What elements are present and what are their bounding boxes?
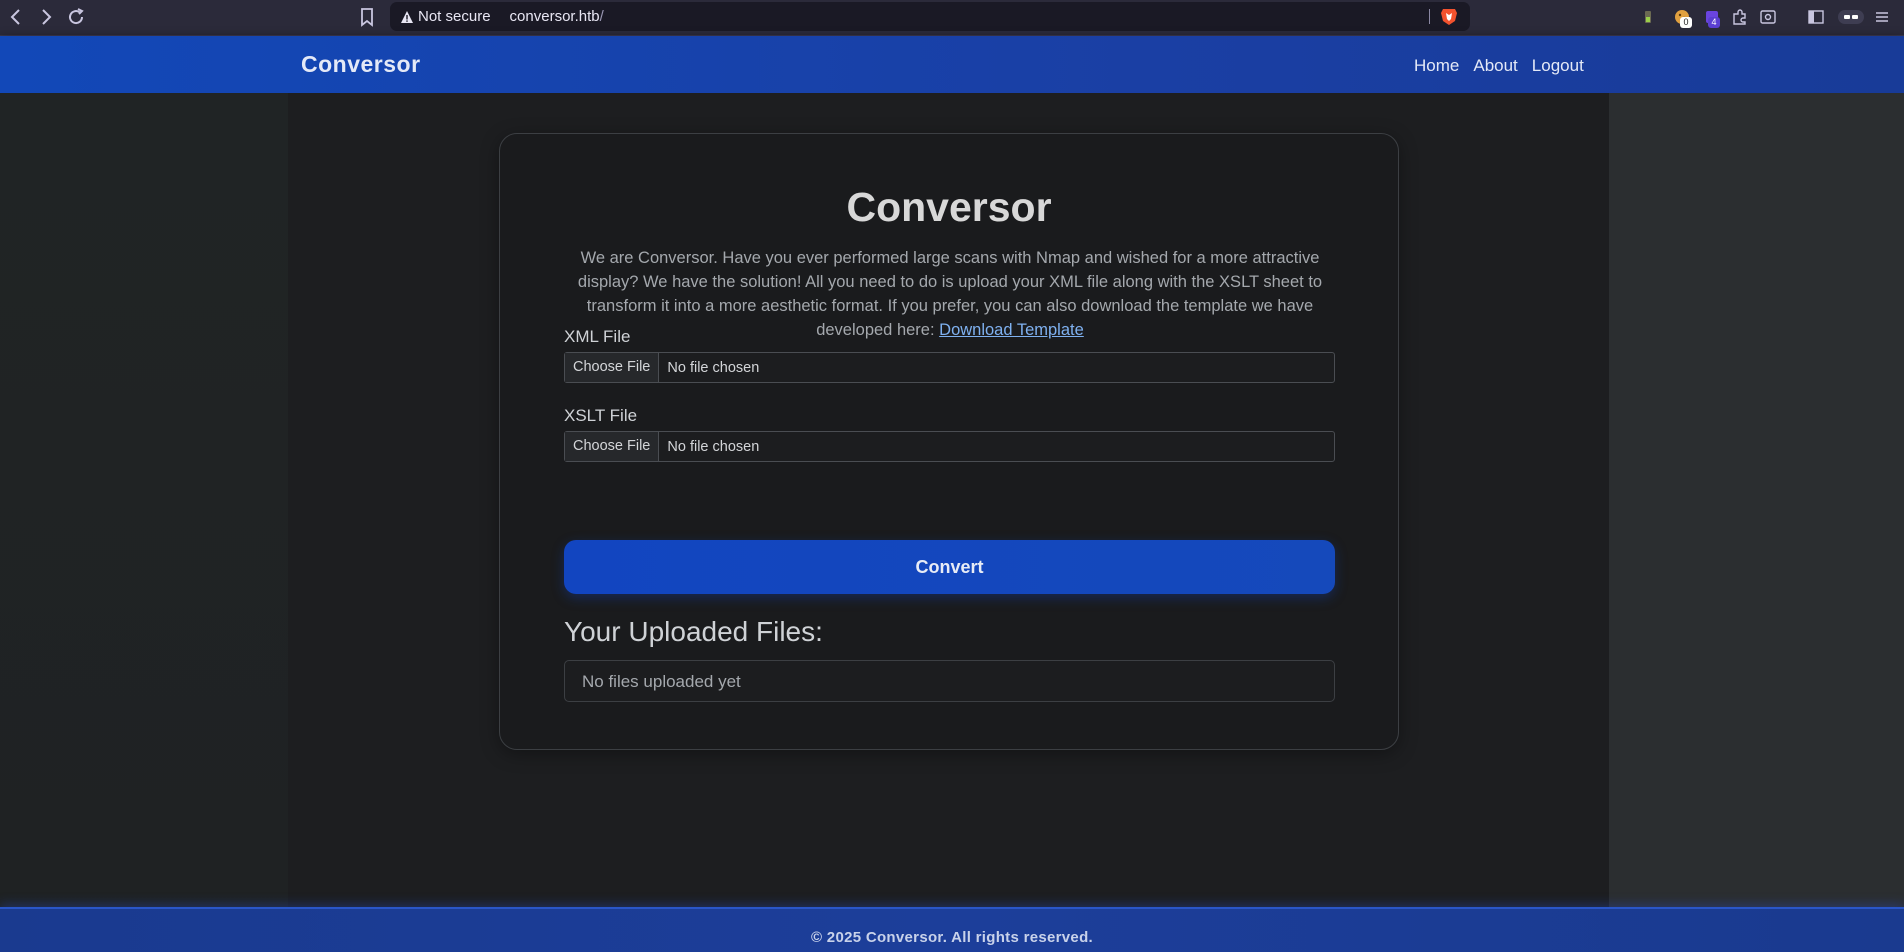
xslt-file-status: No file chosen <box>667 438 760 455</box>
xslt-choose-file-button[interactable]: Choose File <box>565 432 660 461</box>
address-bar[interactable]: Not secure conversor.htb/ <box>390 2 1470 31</box>
back-icon[interactable] <box>4 5 28 29</box>
nav-link-about[interactable]: About <box>1473 56 1517 76</box>
convert-button[interactable]: Convert <box>564 540 1335 594</box>
url-text[interactable]: conversor.htb/ <box>510 8 604 25</box>
bookmark-icon[interactable] <box>355 5 379 29</box>
background-right <box>1609 93 1904 907</box>
page-title: Conversor <box>846 184 1052 230</box>
extension-badge: 4 <box>1708 17 1720 28</box>
forward-icon[interactable] <box>34 5 58 29</box>
download-template-link[interactable]: Download Template <box>939 321 1084 339</box>
site-navbar: Conversor Home About Logout <box>0 36 1904 93</box>
footer-copyright: © 2025 Conversor. All rights reserved. <box>810 929 1093 946</box>
xml-file-status: No file chosen <box>667 359 760 376</box>
uploads-heading: Your Uploaded Files: <box>564 616 823 647</box>
warning-icon <box>400 10 414 24</box>
reload-icon[interactable] <box>64 5 88 29</box>
menu-icon[interactable] <box>1872 7 1892 27</box>
security-label[interactable]: Not secure <box>418 8 491 25</box>
private-mode-icon[interactable] <box>1838 7 1864 27</box>
extension-battery-icon[interactable] <box>1638 7 1658 27</box>
background-left <box>0 93 288 907</box>
xslt-file-label: XSLT File <box>564 406 638 425</box>
uploads-list: No files uploaded yet <box>564 660 1335 702</box>
nav-link-logout[interactable]: Logout <box>1532 56 1584 76</box>
converter-card: Conversor We are Conversor. Have you eve… <box>499 133 1399 750</box>
xml-file-input[interactable]: Choose File No file chosen <box>564 352 1335 383</box>
brand-logo[interactable]: Conversor <box>301 51 421 78</box>
xml-file-label: XML File <box>564 327 631 346</box>
brave-shield-icon[interactable] <box>1440 7 1458 26</box>
xslt-file-input[interactable]: Choose File No file chosen <box>564 431 1335 462</box>
extension-badge: 0 <box>1680 17 1692 28</box>
url-divider <box>1429 9 1430 24</box>
puzzle-icon[interactable] <box>1730 7 1750 27</box>
description: We are Conversor. Have you ever performe… <box>560 246 1340 342</box>
sidebar-icon[interactable] <box>1806 7 1826 27</box>
site-footer: © 2025 Conversor. All rights reserved. <box>0 907 1904 952</box>
uploads-empty-message: No files uploaded yet <box>582 672 741 691</box>
nav-link-home[interactable]: Home <box>1414 56 1459 76</box>
screenshot-icon[interactable] <box>1758 7 1778 27</box>
xml-choose-file-button[interactable]: Choose File <box>565 353 660 382</box>
browser-toolbar: Not secure conversor.htb/ 0 4 <box>0 0 1904 36</box>
nav-links: Home About Logout <box>1414 56 1598 76</box>
